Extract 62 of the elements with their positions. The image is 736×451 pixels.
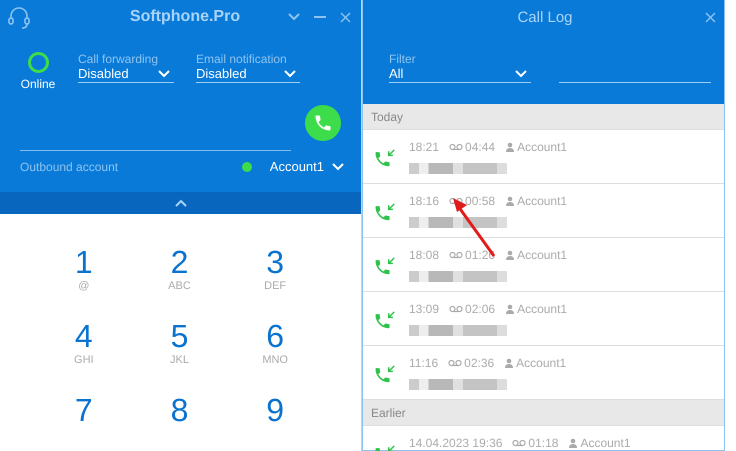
call-account: Account1 [580, 436, 630, 450]
group-header: Earlier [363, 400, 724, 426]
chevron-up-icon [174, 199, 186, 207]
status-ring-icon[interactable] [28, 52, 48, 73]
panel-title: Call Log [516, 8, 574, 26]
call-time: 14.04.2023 19:36 [409, 436, 502, 450]
close-icon[interactable] [705, 12, 716, 22]
keypad-key[interactable]: 3 DEF [227, 244, 323, 306]
chevron-down-icon [158, 70, 170, 78]
call-time: 18:08 [409, 248, 440, 262]
call-duration: 00:58 [465, 194, 496, 208]
headset-icon [6, 4, 32, 30]
filter-dropdown[interactable]: All [389, 66, 531, 83]
call-account: Account1 [517, 140, 568, 154]
phone-icon [313, 113, 334, 133]
keypad-key[interactable]: 5 JKL [132, 318, 228, 380]
keypad-key[interactable]: 7 [36, 392, 132, 451]
chevron-down-icon[interactable] [288, 13, 300, 21]
keypad-key[interactable]: 2 ABC [132, 244, 228, 306]
person-icon [568, 438, 578, 448]
field-label: Email notification [196, 52, 288, 66]
field-label: Call forwarding [78, 52, 160, 66]
chevron-down-icon [332, 162, 344, 170]
chevron-down-icon [515, 70, 527, 78]
chevron-down-icon [284, 70, 296, 78]
voicemail-icon [449, 143, 464, 151]
outbound-account-label: Outbound account [20, 160, 120, 174]
call-account: Account1 [517, 302, 568, 316]
call-account: Account1 [517, 248, 568, 262]
group-header: Today [363, 104, 724, 130]
keypad-key[interactable]: 1 @ [36, 244, 132, 306]
person-icon [504, 358, 514, 368]
call-account: Account1 [517, 194, 568, 208]
voicemail-icon [448, 359, 462, 367]
voicemail-icon [512, 439, 526, 447]
call-time: 13:09 [409, 302, 440, 316]
call-duration: 02:36 [464, 356, 494, 370]
call-time: 18:21 [409, 140, 440, 154]
app-title: Softphone.Pro [128, 8, 242, 26]
keypad-key[interactable]: 6 MNO [227, 318, 323, 380]
person-icon [505, 196, 516, 206]
call-duration: 02:06 [465, 302, 496, 316]
call-account: Account1 [516, 356, 566, 370]
close-icon[interactable] [340, 12, 351, 22]
call-button[interactable] [305, 105, 341, 141]
call-time: 11:16 [409, 356, 438, 370]
person-icon [505, 142, 516, 152]
filter-label: Filter [389, 52, 417, 66]
dropdown[interactable]: Disabled [78, 66, 174, 83]
keypad-key[interactable]: 8 [132, 392, 228, 451]
voicemail-icon [449, 305, 464, 313]
call-duration: 04:44 [465, 140, 496, 154]
keypad-key[interactable]: 9 [227, 392, 323, 451]
account-dropdown[interactable]: Account1 [242, 159, 344, 174]
person-icon [505, 250, 516, 260]
voicemail-icon [449, 251, 464, 259]
dropdown[interactable]: Disabled [196, 66, 300, 83]
keypad-key[interactable]: 4 GHI [36, 318, 132, 380]
call-duration: 01:18 [528, 436, 558, 450]
presence-label: Online [20, 77, 56, 91]
call-time: 18:16 [409, 194, 440, 208]
person-icon [505, 304, 516, 314]
